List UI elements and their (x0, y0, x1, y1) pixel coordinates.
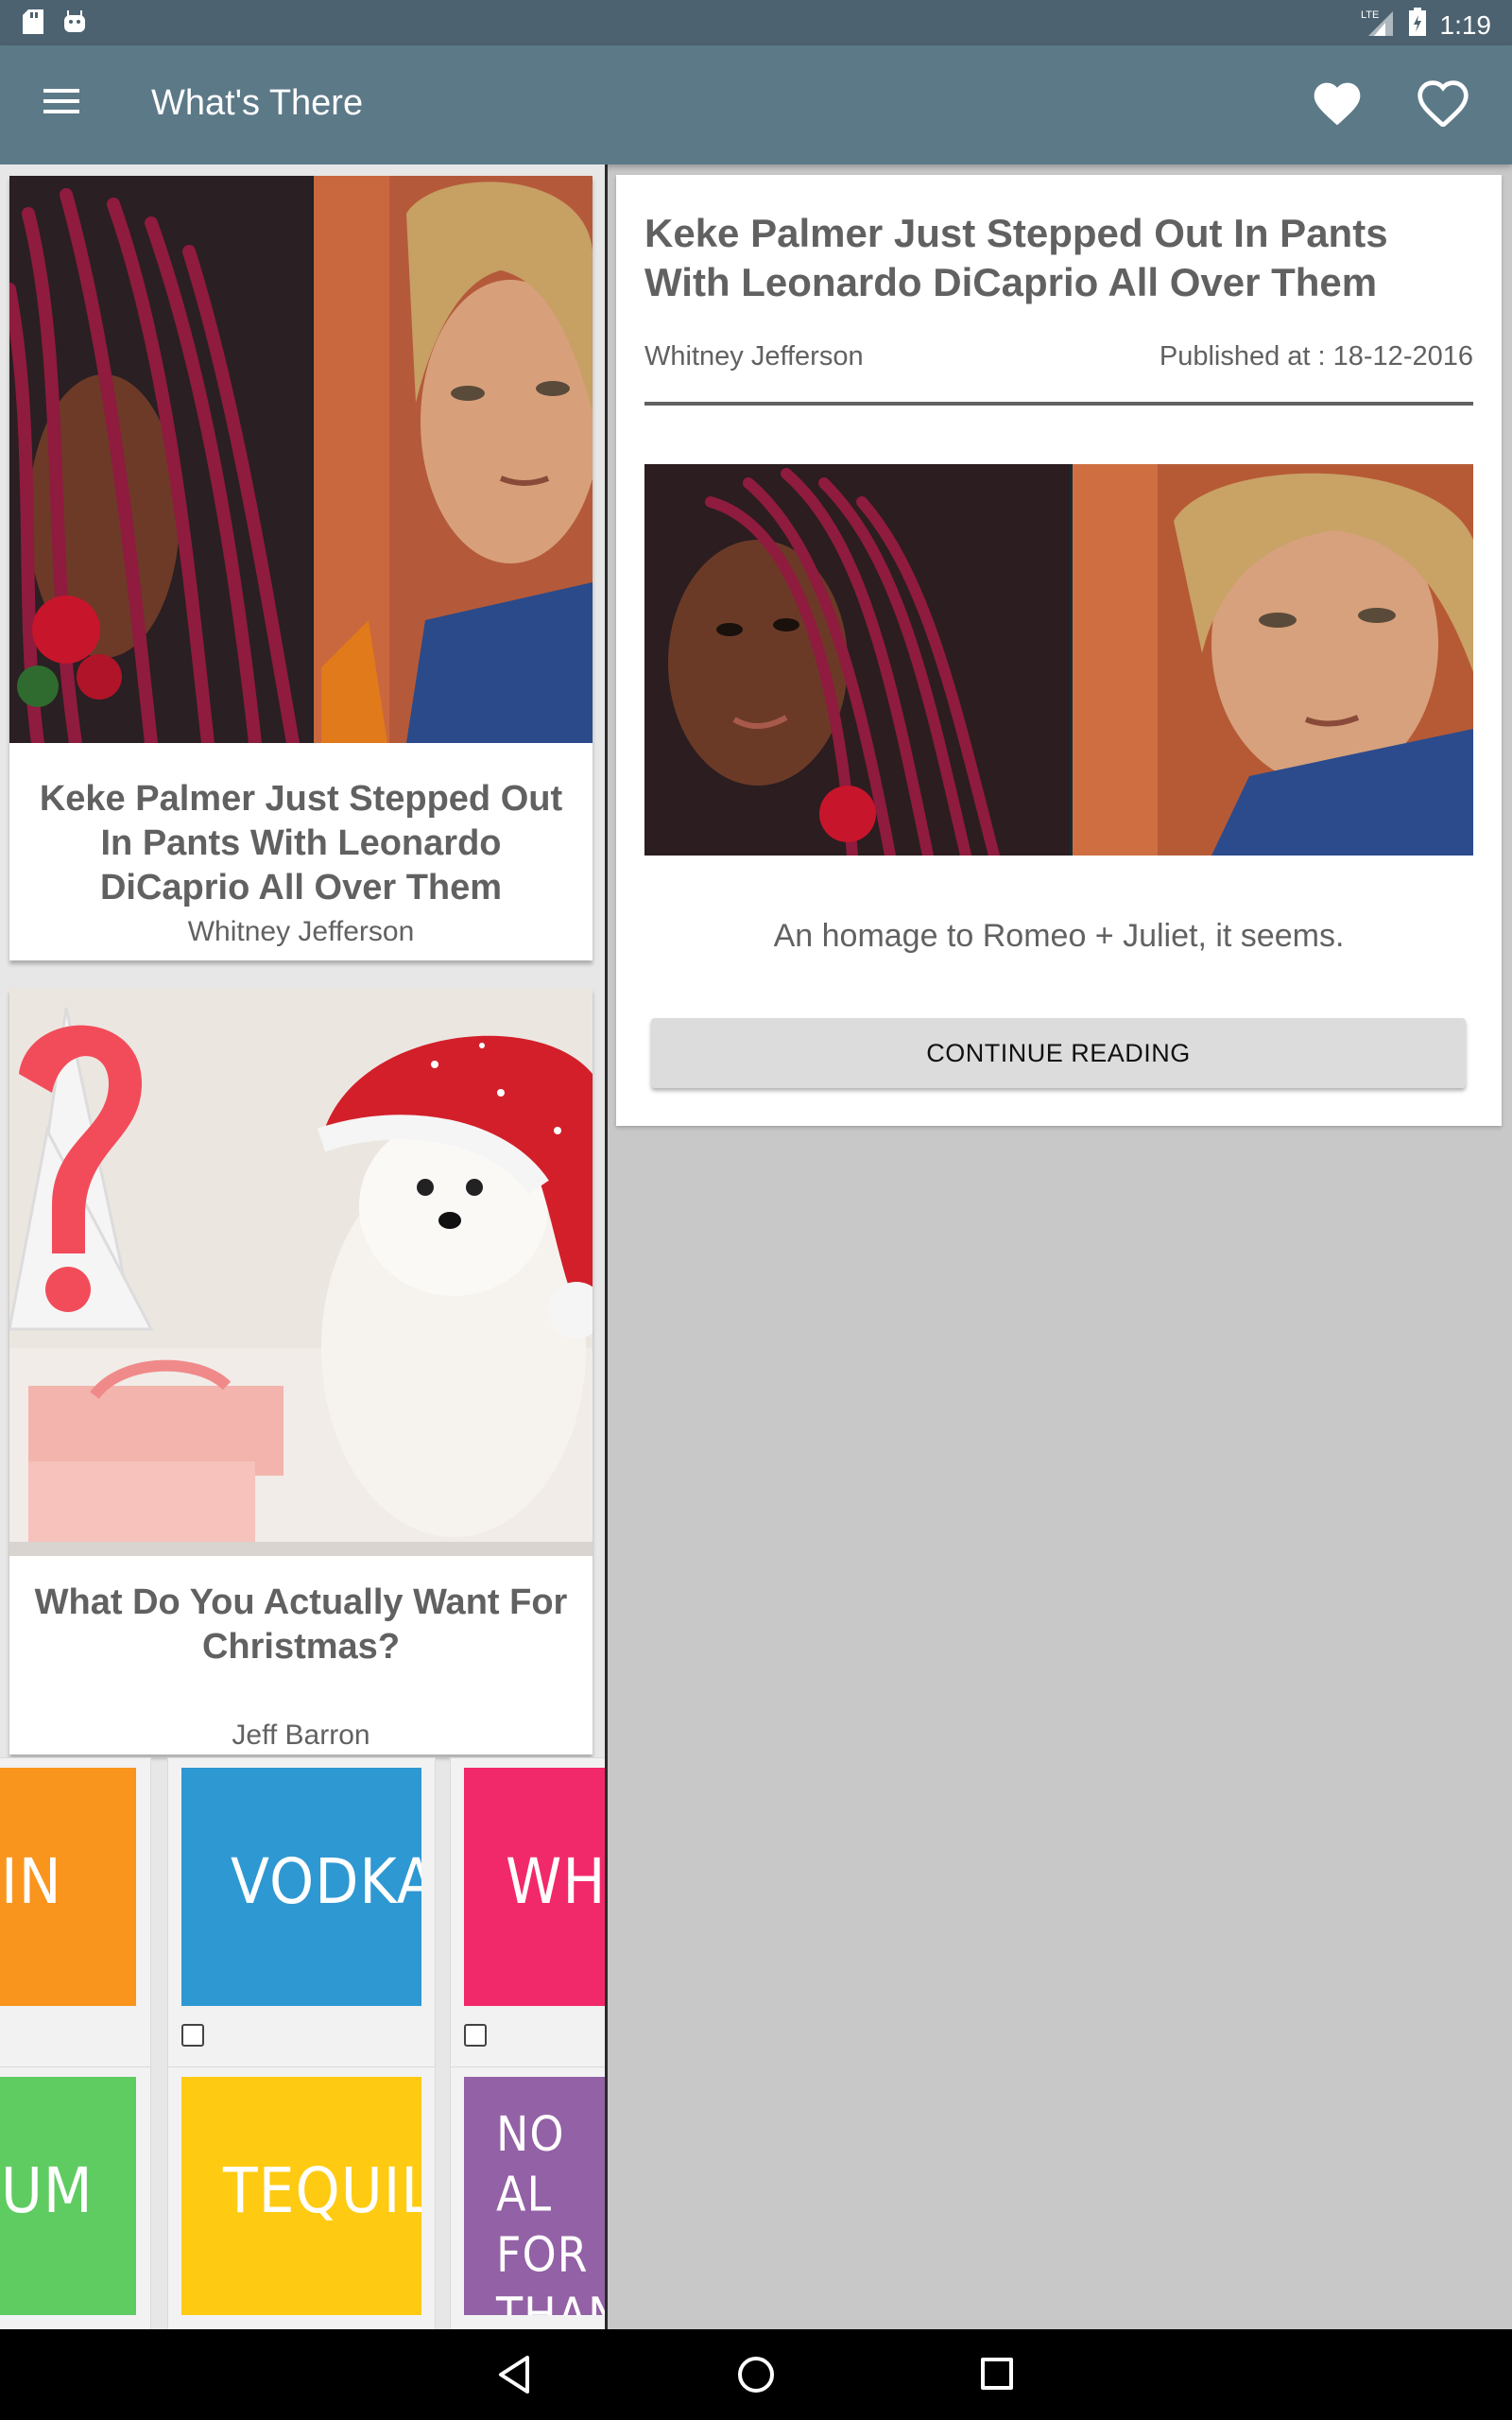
tile-color-block: TEQUILA (181, 2077, 421, 2315)
article-author: Whitney Jefferson (644, 341, 864, 372)
recents-icon[interactable] (973, 2350, 1022, 2399)
card-title[interactable]: What Do You Actually Want For Christmas? (28, 1581, 574, 1669)
drink-option-tile[interactable]: IN (0, 1757, 151, 2067)
favorites-heart-filled-icon[interactable] (1310, 78, 1366, 130)
status-bar: LTE 1:19 (0, 0, 1512, 45)
app-title: What's There (151, 83, 364, 123)
sd-card-icon (23, 9, 43, 39)
feed-card[interactable]: Keke Palmer Just Stepped Out In Pants Wi… (9, 176, 593, 960)
svg-text:LTE: LTE (1361, 9, 1379, 21)
tile-checkbox[interactable] (464, 2024, 487, 2047)
title-divider (644, 402, 1473, 406)
tile-color-block: UM (0, 2077, 136, 2315)
app-bar: What's There (0, 45, 1512, 164)
feed-list[interactable]: Keke Palmer Just Stepped Out In Pants Wi… (0, 164, 605, 2329)
feed-card[interactable]: What Do You Actually Want For Christmas?… (9, 989, 593, 1754)
android-icon (62, 9, 87, 39)
drink-option-tile[interactable]: NO AL FOR THAN (450, 2066, 605, 2329)
card-author: Jeff Barron (232, 1720, 370, 1751)
tile-label: NO AL FOR THAN (496, 2105, 605, 2315)
tile-color-block: NO AL FOR THAN (464, 2077, 605, 2315)
article-teaser: An homage to Romeo + Juliet, it seems. (773, 918, 1345, 954)
article-thumbnail (9, 176, 593, 743)
tile-label: VODKA (231, 1845, 421, 1919)
tile-color-block: WHIS (464, 1768, 605, 2006)
lte-signal-icon: LTE (1361, 8, 1395, 43)
pane-divider (605, 164, 608, 2329)
article-detail-card: Keke Palmer Just Stepped Out In Pants Wi… (616, 175, 1502, 1126)
favorites-heart-outline-icon[interactable] (1416, 78, 1472, 130)
clock: 1:19 (1439, 9, 1492, 40)
card-title[interactable]: Keke Palmer Just Stepped Out In Pants Wi… (28, 777, 574, 910)
article-title: Keke Palmer Just Stepped Out In Pants Wi… (644, 211, 1388, 304)
battery-icon (1408, 8, 1427, 43)
drink-option-tile[interactable]: WHIS (450, 1757, 605, 2067)
published-date: Published at : 18-12-2016 (1159, 341, 1473, 372)
card-author: Whitney Jefferson (187, 916, 415, 947)
tile-color-block: IN (0, 1768, 136, 2006)
tile-checkbox[interactable] (181, 2024, 204, 2047)
tile-label: WHIS (506, 1845, 605, 1919)
article-hero-image (644, 464, 1473, 856)
tile-color-block: VODKA (181, 1768, 421, 2006)
navigation-bar (0, 2329, 1512, 2420)
article-thumbnail (9, 989, 593, 1556)
drink-option-tile[interactable]: UM (0, 2066, 151, 2329)
drink-option-tile[interactable]: TEQUILA (167, 2066, 436, 2329)
continue-reading-button[interactable]: CONTINUE READING (651, 1018, 1466, 1088)
tile-label: TEQUILA (223, 2154, 421, 2228)
tile-label: IN (1, 1845, 62, 1919)
back-icon[interactable] (491, 2350, 541, 2399)
drink-option-tile[interactable]: VODKA (167, 1757, 436, 2067)
menu-icon[interactable] (43, 87, 91, 125)
home-icon[interactable] (731, 2350, 781, 2399)
tile-label: UM (1, 2154, 94, 2228)
